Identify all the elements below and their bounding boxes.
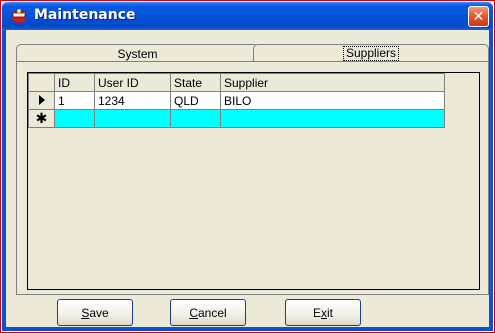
save-label: ave xyxy=(89,305,109,320)
exit-button[interactable]: Ex it xyxy=(285,299,361,326)
tab-suppliers-label: Suppliers xyxy=(342,46,400,61)
cancel-mnemonic: C xyxy=(189,305,198,320)
close-icon: ✕ xyxy=(472,8,485,25)
close-button[interactable]: ✕ xyxy=(468,6,489,27)
maintenance-window: Maintenance ✕ System Suppliers ID User I… xyxy=(2,2,493,331)
new-record-row[interactable]: ✱ xyxy=(28,109,445,128)
column-header-state[interactable]: State xyxy=(170,73,221,92)
new-cell-id[interactable] xyxy=(54,109,95,128)
suppliers-grid[interactable]: ID User ID State Supplier 1 1234 QLD BIL… xyxy=(27,72,480,290)
title-bar[interactable]: Maintenance ✕ xyxy=(2,2,493,30)
grid-corner-cell xyxy=(28,73,55,92)
cancel-label: ancel xyxy=(197,305,227,320)
tab-system-label: System xyxy=(117,46,158,61)
tab-suppliers[interactable]: Suppliers xyxy=(253,44,489,62)
new-cell-state[interactable] xyxy=(170,109,221,128)
new-cell-supplier[interactable] xyxy=(220,109,445,128)
cell-id[interactable]: 1 xyxy=(54,91,95,110)
column-header-supplier[interactable]: Supplier xyxy=(220,73,445,92)
cell-user-id[interactable]: 1234 xyxy=(94,91,171,110)
suppliers-tab-panel: ID User ID State Supplier 1 1234 QLD BIL… xyxy=(16,61,489,295)
row-selector[interactable] xyxy=(28,91,55,110)
save-mnemonic: S xyxy=(81,305,90,320)
new-row-selector[interactable]: ✱ xyxy=(28,109,55,128)
exit-label: it xyxy=(327,305,333,320)
window-border-right xyxy=(489,30,493,331)
column-header-user-id[interactable]: User ID xyxy=(94,73,171,92)
suppliers-table: ID User ID State Supplier 1 1234 QLD BIL… xyxy=(28,73,445,128)
window-title: Maintenance xyxy=(34,7,136,23)
column-header-id[interactable]: ID xyxy=(54,73,95,92)
grid-header-row: ID User ID State Supplier xyxy=(28,73,445,92)
current-row-arrow-icon xyxy=(38,94,45,105)
screenshot-frame: Maintenance ✕ System Suppliers ID User I… xyxy=(0,0,495,333)
window-border-left xyxy=(2,30,6,331)
new-cell-user-id[interactable] xyxy=(94,109,171,128)
exit-label-prefix: E xyxy=(312,305,321,320)
new-row-asterisk-icon: ✱ xyxy=(35,110,48,127)
cancel-button[interactable]: Cancel xyxy=(170,299,246,326)
cell-supplier[interactable]: BILO xyxy=(220,91,445,110)
app-icon xyxy=(12,9,26,23)
window-border-bottom xyxy=(2,327,493,331)
table-row[interactable]: 1 1234 QLD BILO xyxy=(28,91,445,110)
cell-state[interactable]: QLD xyxy=(170,91,221,110)
save-button[interactable]: Save xyxy=(57,299,133,326)
tab-system[interactable]: System xyxy=(16,44,259,62)
